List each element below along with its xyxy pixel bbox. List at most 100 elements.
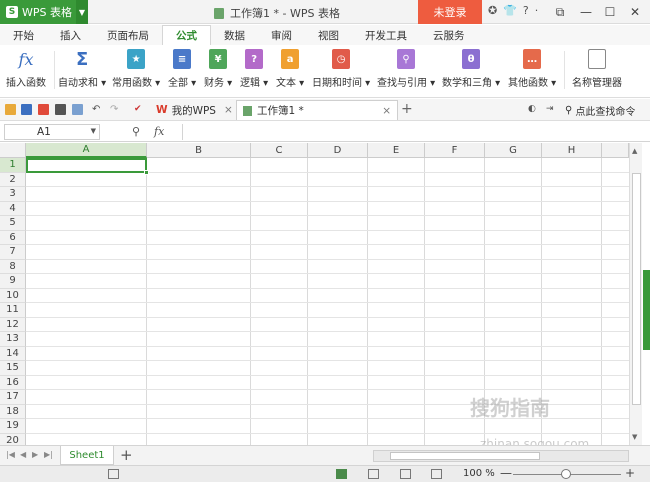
zoom-level[interactable]: 100 % bbox=[463, 468, 495, 479]
maximize-button[interactable]: ☐ bbox=[598, 0, 622, 24]
more-icon[interactable]: · bbox=[535, 4, 539, 17]
tab-workbook[interactable]: 工作簿1 * × bbox=[236, 100, 398, 120]
zoom-in-button[interactable]: + bbox=[625, 466, 635, 480]
share-icon[interactable]: ⇥ bbox=[546, 104, 557, 115]
zoom-out-button[interactable]: — bbox=[500, 466, 512, 480]
prev-sheet-icon[interactable]: ◀ bbox=[20, 450, 26, 459]
row-header[interactable]: 17 bbox=[0, 390, 26, 405]
close-button[interactable]: ✕ bbox=[623, 0, 647, 24]
macro-icon[interactable] bbox=[108, 469, 119, 479]
tab-formulas[interactable]: 公式 bbox=[162, 25, 211, 45]
column-header[interactable]: F bbox=[425, 143, 485, 158]
row-header[interactable]: 1 bbox=[0, 158, 26, 173]
minimize-button[interactable]: — bbox=[574, 0, 598, 24]
find-command-box[interactable]: ⚲ 点此查找命令 bbox=[565, 103, 635, 118]
select-all-corner[interactable] bbox=[0, 143, 26, 158]
column-header[interactable]: C bbox=[251, 143, 308, 158]
app-menu-button[interactable]: S WPS 表格 ▼ bbox=[0, 0, 88, 24]
undo-icon[interactable]: ↶ bbox=[92, 104, 103, 115]
chevron-down-icon[interactable]: ▼ bbox=[76, 0, 88, 24]
print-icon[interactable] bbox=[55, 104, 66, 115]
math-button[interactable]: θ 数学和三角 ▾ bbox=[442, 49, 500, 89]
scroll-down-icon[interactable]: ▼ bbox=[632, 433, 637, 441]
row-header[interactable]: 5 bbox=[0, 216, 26, 231]
cloud-sync-icon[interactable]: ◐ bbox=[528, 104, 539, 115]
skin-icon[interactable]: ✪ bbox=[488, 4, 497, 17]
column-header[interactable]: E bbox=[368, 143, 425, 158]
horizontal-scroll-thumb[interactable] bbox=[390, 452, 540, 460]
lookup-button[interactable]: ⚲ 查找与引用 ▾ bbox=[377, 49, 435, 89]
fx-icon[interactable]: fx bbox=[154, 125, 164, 138]
financial-button[interactable]: ¥ 财务 ▾ bbox=[204, 49, 232, 89]
tab-developer[interactable]: 开发工具 bbox=[352, 25, 420, 45]
name-manager-button[interactable]: 名称管理器 bbox=[572, 49, 622, 89]
row-header[interactable]: 11 bbox=[0, 303, 26, 318]
row-header[interactable]: 8 bbox=[0, 259, 26, 274]
zoom-slider-knob[interactable] bbox=[561, 469, 571, 479]
all-functions-button[interactable]: ≡ 全部 ▾ bbox=[168, 49, 196, 89]
row-header[interactable]: 10 bbox=[0, 288, 26, 303]
new-tab-button[interactable]: + bbox=[401, 101, 413, 117]
row-header[interactable]: 12 bbox=[0, 317, 26, 332]
print-preview-icon[interactable] bbox=[72, 104, 83, 115]
column-header[interactable]: A bbox=[26, 143, 147, 158]
tab-cloud[interactable]: 云服务 bbox=[420, 25, 478, 45]
row-header[interactable]: 2 bbox=[0, 172, 26, 187]
datetime-button[interactable]: ◷ 日期和时间 ▾ bbox=[312, 49, 370, 89]
first-sheet-icon[interactable]: |◀ bbox=[6, 450, 15, 459]
row-header[interactable]: 20 bbox=[0, 433, 26, 445]
tab-data[interactable]: 数据 bbox=[211, 25, 258, 45]
row-header[interactable]: 3 bbox=[0, 187, 26, 202]
save-icon[interactable] bbox=[21, 104, 32, 115]
fill-handle[interactable] bbox=[144, 170, 149, 175]
column-header[interactable]: B bbox=[147, 143, 251, 158]
help-icon[interactable]: ? bbox=[523, 4, 529, 17]
redo-icon[interactable]: ↷ bbox=[110, 104, 121, 115]
sheet-tab-sheet1[interactable]: Sheet1 bbox=[60, 446, 114, 465]
normal-view-icon[interactable] bbox=[336, 469, 347, 479]
row-header[interactable]: 16 bbox=[0, 375, 26, 390]
vertical-scrollbar[interactable]: ▲ ▼ bbox=[629, 143, 642, 445]
open-folder-icon[interactable] bbox=[5, 104, 16, 115]
restore-window-icon[interactable]: ⧉ bbox=[548, 0, 572, 24]
close-icon[interactable]: × bbox=[382, 105, 391, 117]
row-header[interactable]: 4 bbox=[0, 201, 26, 216]
insert-function-button[interactable]: fx 插入函数 bbox=[6, 49, 46, 90]
tab-insert[interactable]: 插入 bbox=[47, 25, 94, 45]
chevron-down-icon[interactable]: ▼ bbox=[91, 127, 96, 135]
active-cell[interactable] bbox=[26, 158, 149, 175]
logical-button[interactable]: ? 逻辑 ▾ bbox=[240, 49, 268, 89]
login-button[interactable]: 未登录 bbox=[418, 0, 482, 24]
common-functions-button[interactable]: ★ 常用函数 ▾ bbox=[112, 49, 160, 89]
text-functions-button[interactable]: a 文本 ▾ bbox=[276, 49, 304, 89]
column-header[interactable]: D bbox=[308, 143, 368, 158]
name-box[interactable]: A1 ▼ bbox=[4, 124, 100, 140]
other-functions-button[interactable]: … 其他函数 ▾ bbox=[508, 49, 556, 89]
formula-input[interactable] bbox=[182, 124, 646, 140]
shirt-icon[interactable]: 👕 bbox=[503, 4, 517, 17]
scroll-up-icon[interactable]: ▲ bbox=[632, 147, 637, 155]
reading-mode-icon[interactable] bbox=[400, 469, 411, 479]
add-sheet-button[interactable]: + bbox=[120, 446, 133, 464]
row-header[interactable]: 13 bbox=[0, 332, 26, 347]
zoom-search-icon[interactable]: ⚲ bbox=[132, 125, 140, 138]
tab-view[interactable]: 视图 bbox=[305, 25, 352, 45]
horizontal-scrollbar[interactable] bbox=[373, 450, 629, 462]
tab-review[interactable]: 审阅 bbox=[258, 25, 305, 45]
side-panel-toggle[interactable] bbox=[643, 270, 650, 350]
row-header[interactable]: 9 bbox=[0, 274, 26, 289]
tab-start[interactable]: 开始 bbox=[0, 25, 47, 45]
vertical-scroll-thumb[interactable] bbox=[632, 173, 641, 405]
tab-page-layout[interactable]: 页面布局 bbox=[94, 25, 162, 45]
row-header[interactable]: 14 bbox=[0, 346, 26, 361]
column-header[interactable]: G bbox=[485, 143, 542, 158]
tab-my-wps[interactable]: W 我的WPS × bbox=[150, 100, 239, 120]
row-header[interactable]: 7 bbox=[0, 245, 26, 260]
export-pdf-icon[interactable] bbox=[38, 104, 49, 115]
last-sheet-icon[interactable]: ▶| bbox=[44, 450, 53, 459]
next-sheet-icon[interactable]: ▶ bbox=[32, 450, 38, 459]
eye-protection-icon[interactable] bbox=[431, 469, 442, 479]
row-header[interactable]: 6 bbox=[0, 230, 26, 245]
close-icon[interactable]: × bbox=[224, 104, 233, 116]
autosum-button[interactable]: Σ 自动求和 ▾ bbox=[58, 49, 106, 90]
